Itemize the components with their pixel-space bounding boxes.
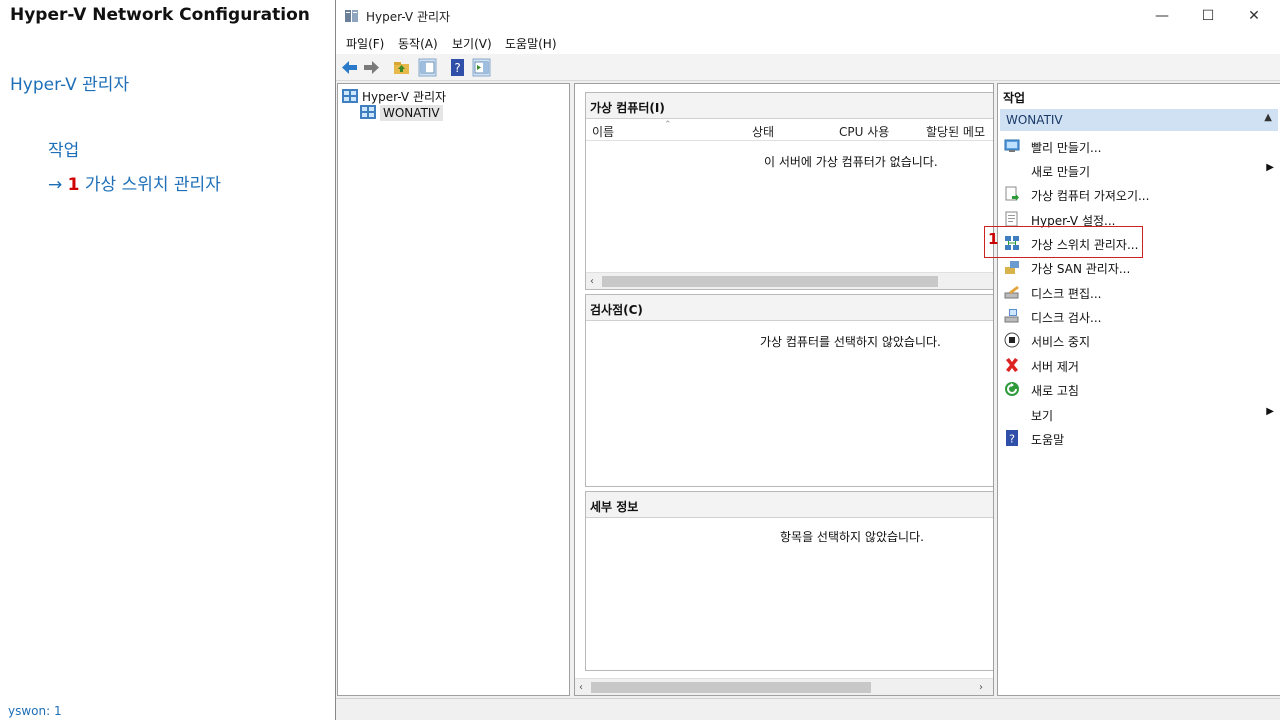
highlight-number: 1 [988, 230, 999, 248]
guide-subtitle: Hyper-V 관리자 [10, 75, 130, 95]
guide-step-number: 1 [67, 175, 80, 195]
show-console-tree-icon[interactable] [418, 58, 437, 77]
action-new[interactable]: 새로 만들기 ▶ [1004, 159, 1276, 181]
maximize-button[interactable]: ☐ [1185, 4, 1231, 28]
column-cpu[interactable]: CPU 사용 [839, 123, 889, 140]
details-pane: 세부 정보 항목을 선택하지 않았습니다. [585, 491, 993, 671]
stop-service-icon [1004, 332, 1020, 348]
highlight-box [984, 226, 1143, 258]
menu-bar: 파일(F) 동작(A) 보기(V) 도움말(H) [336, 32, 1280, 54]
quick-create-icon [1004, 139, 1020, 152]
guide-step-label: 가상 스위치 관리자 [84, 175, 221, 195]
center-scroll-thumb[interactable] [591, 682, 871, 693]
action-help[interactable]: ? 도움말 [1004, 427, 1276, 449]
import-vm-icon [1005, 186, 1019, 201]
edit-disk-icon [1004, 286, 1019, 299]
details-empty-message: 항목을 선택하지 않았습니다. [780, 530, 924, 544]
submenu-arrow-icon: ▶ [1266, 162, 1274, 173]
checkpoint-pane: 검사점(C) 가상 컴퓨터를 선택하지 않았습니다. [585, 294, 993, 487]
actions-pane: 작업 WONATIV ▲ 빨리 만들기... 새로 만들기 ▶ 가상 컴퓨터 가… [997, 83, 1280, 696]
vm-empty-message: 이 서버에 가상 컴퓨터가 없습니다. [764, 155, 938, 169]
tree-root-label: Hyper-V 관리자 [362, 90, 447, 104]
san-icon [1005, 261, 1019, 274]
action-remove-server[interactable]: 서버 제거 [1004, 354, 1276, 376]
svg-text:?: ? [454, 61, 460, 75]
guide-step-heading: 작업 [48, 141, 80, 161]
action-edit-disk[interactable]: 디스크 편집... [1004, 281, 1276, 303]
action-view[interactable]: 보기 ▶ [1004, 403, 1276, 425]
menu-help[interactable]: 도움말(H) [505, 35, 557, 52]
svg-text:?: ? [1009, 433, 1015, 446]
remove-server-icon [1006, 358, 1018, 372]
actions-group-server[interactable]: WONATIV ▲ [1000, 109, 1278, 131]
title-bar: Hyper-V 관리자 — ☐ ✕ [336, 0, 1280, 32]
inspect-disk-icon [1004, 309, 1019, 323]
status-bar [336, 698, 1280, 720]
hyperv-window: Hyper-V 관리자 — ☐ ✕ 파일(F) 동작(A) 보기(V) 도움말(… [335, 0, 1280, 720]
refresh-icon [1005, 382, 1019, 396]
minimize-button[interactable]: — [1139, 4, 1185, 28]
up-folder-icon[interactable] [392, 58, 411, 77]
menu-view[interactable]: 보기(V) [452, 35, 492, 52]
sort-indicator-icon: ⌃ [664, 120, 672, 130]
guide-footer: yswon: 1 [8, 704, 62, 718]
help-icon: ? [1006, 430, 1018, 446]
help-icon[interactable]: ? [448, 58, 467, 77]
back-arrow-icon[interactable] [340, 58, 359, 77]
tree-item-server[interactable]: WONATIV [360, 105, 443, 121]
tree-item-hyperv-manager[interactable]: Hyper-V 관리자 [342, 88, 446, 105]
scroll-left-icon[interactable]: ‹ [579, 679, 583, 695]
actions-header: 작업 [1003, 91, 1026, 105]
menu-file[interactable]: 파일(F) [346, 35, 384, 52]
vm-scroll-thumb[interactable] [602, 276, 938, 287]
tree-server-label: WONATIV [380, 105, 443, 121]
action-refresh[interactable]: 새로 고침 [1004, 378, 1276, 400]
server-icon [360, 105, 376, 119]
show-action-pane-icon[interactable] [472, 58, 491, 77]
action-virtual-san-manager[interactable]: 가상 SAN 관리자... [1004, 256, 1276, 278]
guide-title: Hyper-V Network Configuration [10, 5, 310, 25]
guide-panel: Hyper-V Network Configuration Hyper-V 관리… [0, 0, 335, 720]
guide-step-1: → 1 가상 스위치 관리자 [48, 170, 221, 195]
column-status[interactable]: 상태 [752, 123, 774, 140]
details-pane-header: 세부 정보 [586, 492, 993, 518]
action-inspect-disk[interactable]: 디스크 검사... [1004, 305, 1276, 327]
scroll-left-icon[interactable]: ‹ [590, 273, 594, 290]
center-pane: 가상 컴퓨터(I) 이름 ⌃ 상태 CPU 사용 할당된 메모 이 서버에 가상… [574, 83, 994, 696]
vm-pane: 가상 컴퓨터(I) 이름 ⌃ 상태 CPU 사용 할당된 메모 이 서버에 가상… [585, 92, 993, 290]
checkpoint-pane-header: 검사점(C) [586, 295, 993, 321]
guide-step-arrow: → [48, 175, 63, 195]
center-hscrollbar[interactable]: ‹ › [575, 678, 993, 695]
submenu-arrow-icon: ▶ [1266, 406, 1274, 417]
actions-group-label: WONATIV [1006, 113, 1063, 127]
settings-icon [1005, 211, 1018, 227]
hyperv-manager-icon [342, 89, 358, 103]
vm-pane-header: 가상 컴퓨터(I) [586, 93, 993, 119]
close-button[interactable]: ✕ [1231, 4, 1277, 28]
action-import-vm[interactable]: 가상 컴퓨터 가져오기... [1004, 183, 1276, 205]
vm-hscrollbar[interactable]: ‹ [586, 272, 993, 290]
forward-arrow-icon[interactable] [362, 58, 381, 77]
column-name[interactable]: 이름 [592, 123, 614, 140]
scroll-right-icon[interactable]: › [979, 679, 983, 695]
hyperv-app-icon [345, 10, 358, 22]
column-memory[interactable]: 할당된 메모 [926, 123, 985, 140]
window-title: Hyper-V 관리자 [366, 10, 451, 24]
menu-action[interactable]: 동작(A) [398, 35, 438, 52]
action-stop-service[interactable]: 서비스 중지 [1004, 329, 1276, 351]
toolbar: ? [336, 54, 1280, 81]
collapse-caret-icon[interactable]: ▲ [1264, 112, 1272, 123]
checkpoint-empty-message: 가상 컴퓨터를 선택하지 않았습니다. [760, 335, 941, 349]
action-quick-create[interactable]: 빨리 만들기... [1004, 135, 1276, 157]
vm-column-headers: 이름 ⌃ 상태 CPU 사용 할당된 메모 [586, 119, 993, 141]
console-tree: Hyper-V 관리자 WONATIV [337, 83, 570, 696]
